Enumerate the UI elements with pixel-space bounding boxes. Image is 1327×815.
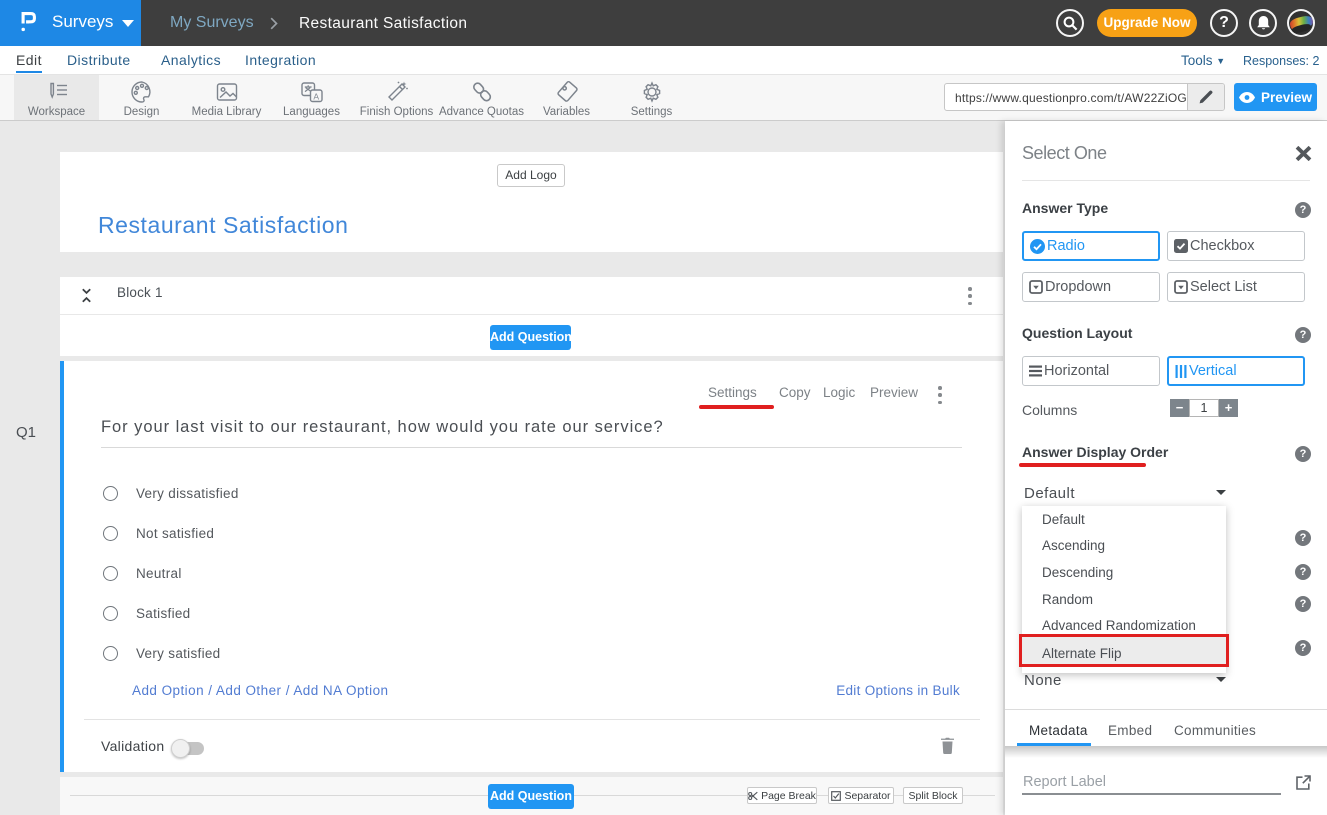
svg-text:A: A <box>313 91 319 101</box>
